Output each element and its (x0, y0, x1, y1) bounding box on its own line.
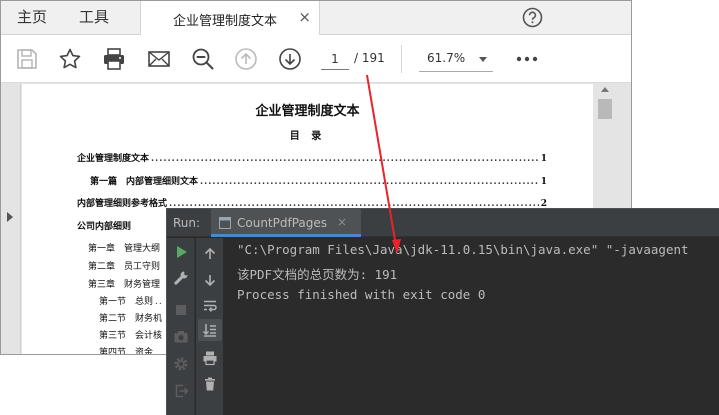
close-run-tab-button[interactable]: × (337, 215, 347, 229)
previous-page-icon[interactable] (234, 47, 258, 71)
tab-document[interactable]: 企业管理制度文本 × (140, 1, 320, 36)
email-icon[interactable] (147, 47, 171, 71)
left-panel-toggle[interactable] (1, 84, 21, 354)
menu-tools[interactable]: 工具 (79, 1, 109, 35)
console-line: "C:\Program Files\Java\jdk-11.0.15\bin\j… (237, 242, 689, 257)
document-subtitle: 目 录 (289, 131, 326, 142)
console-line: Process finished with exit code 0 (237, 287, 486, 302)
page-number-input[interactable] (321, 48, 349, 70)
arrow-up-icon[interactable] (202, 246, 218, 262)
run-label: Run: (173, 216, 201, 230)
toolbar-divider (401, 45, 402, 73)
close-tab-button[interactable]: × (298, 9, 311, 25)
save-icon[interactable] (15, 47, 39, 71)
tab-document-label: 企业管理制度文本 (173, 14, 278, 29)
scroll-up-icon[interactable] (601, 87, 609, 92)
print-icon[interactable] (102, 47, 126, 71)
bookmark-star-icon[interactable] (58, 47, 82, 71)
console-line: 该PDF文档的总页数为: 191 (237, 267, 398, 282)
trash-icon[interactable] (202, 376, 218, 392)
document-title: 企业管理制度文本 (255, 104, 360, 119)
stop-icon[interactable] (173, 302, 189, 318)
arrow-down-icon[interactable] (202, 272, 218, 288)
ide-run-panel: Run: CountPdfPages × "C:\Program Files\J… (166, 208, 719, 415)
tab-bar: 主页 工具 企业管理制度文本 × (1, 1, 631, 36)
rerun-play-icon[interactable] (173, 244, 189, 260)
toc-entry: 企业管理制度文本 ...............................… (77, 154, 547, 164)
scrollbar-thumb[interactable] (598, 99, 612, 119)
zoom-out-icon[interactable] (191, 47, 215, 71)
gear-icon[interactable] (173, 356, 189, 372)
toolbar: / 191 61.7% (1, 35, 631, 83)
run-console-toolbar (196, 238, 224, 415)
console-window-icon (219, 217, 231, 229)
print-icon[interactable] (202, 350, 218, 366)
menu-home[interactable]: 主页 (17, 1, 47, 35)
chevron-down-icon (479, 57, 487, 62)
next-page-icon[interactable] (278, 47, 302, 71)
run-panel-header: Run: CountPdfPages × (167, 209, 719, 237)
more-options-icon[interactable] (515, 55, 539, 63)
zoom-dropdown[interactable]: 61.7% (419, 46, 493, 72)
console-output[interactable]: "C:\Program Files\Java\jdk-11.0.15\bin\j… (224, 238, 719, 415)
zoom-value: 61.7% (427, 51, 466, 65)
tab-run-configuration[interactable]: CountPdfPages × (211, 209, 361, 237)
camera-dump-icon[interactable] (173, 329, 189, 345)
page-total-label: / 191 (354, 51, 385, 65)
run-left-toolbar (167, 238, 195, 415)
help-icon[interactable] (522, 7, 543, 28)
exit-icon[interactable] (173, 383, 189, 399)
toc-entry: 第一篇 内部管理细则文本 ...........................… (90, 177, 547, 187)
scroll-to-end-icon[interactable] (202, 322, 218, 338)
run-tab-label: CountPdfPages (237, 216, 328, 230)
soft-wrap-icon[interactable] (202, 298, 218, 314)
wrench-settings-icon[interactable] (173, 270, 189, 286)
chevron-right-icon (7, 212, 13, 222)
